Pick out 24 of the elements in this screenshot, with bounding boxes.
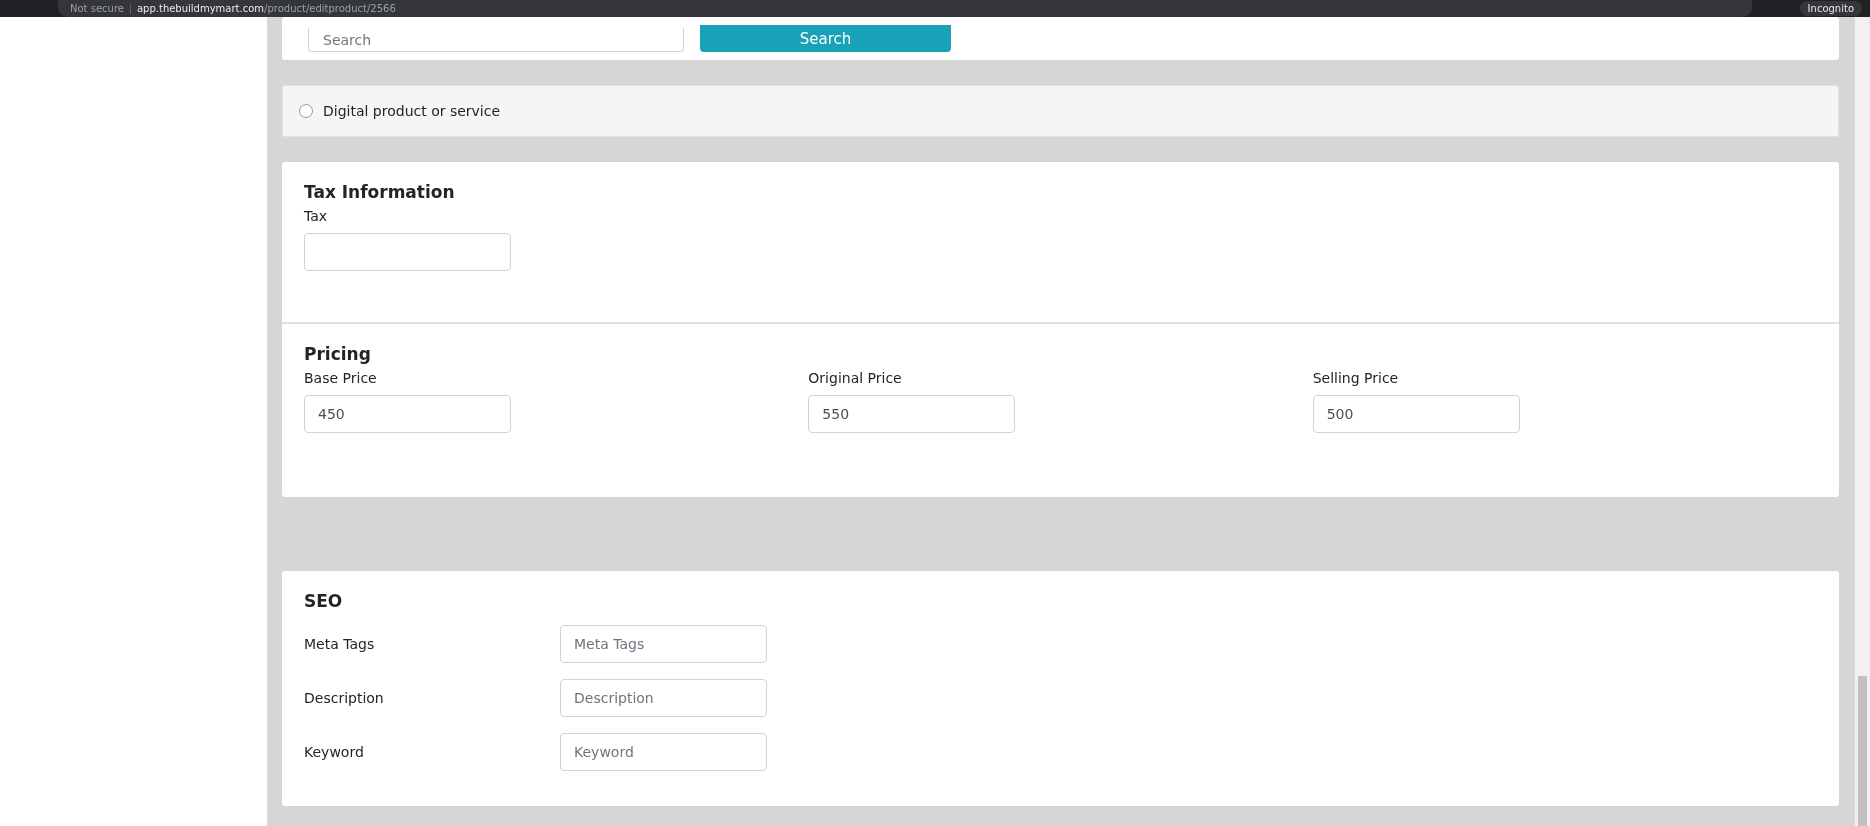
field-label: Selling Price [1312,370,1400,386]
field-label: Description [304,690,385,706]
scrollbar[interactable] [1855,17,1870,826]
tax-field[interactable] [304,233,511,271]
search-field[interactable]: Search [308,28,684,52]
field-label: Meta Tags [304,636,376,652]
security-label[interactable]: Not secure [70,3,124,14]
price-field[interactable]: 500 [1312,395,1520,433]
radio-button[interactable] [299,104,313,118]
input-field[interactable]: Description [560,679,767,717]
field-label: Tax [304,208,329,224]
input-field[interactable]: Meta Tags [560,625,767,663]
radio-label: Digital product or service [323,103,501,119]
price-field[interactable]: 450 [304,395,511,433]
section-title: SEO [304,591,344,611]
url-text[interactable]: app.thebuildmymart.com/product/editproduct/2566 [136,3,396,14]
field-label: Base Price [304,370,378,386]
price-field[interactable]: 550 [808,395,1016,433]
input-field[interactable]: Keyword [560,733,767,771]
field-label: Original Price [808,370,903,386]
section-title: Pricing [304,344,372,364]
section-title: Tax Information [304,182,456,202]
field-label: Keyword [304,744,365,760]
profile-button[interactable]: Incognito [1799,1,1862,16]
